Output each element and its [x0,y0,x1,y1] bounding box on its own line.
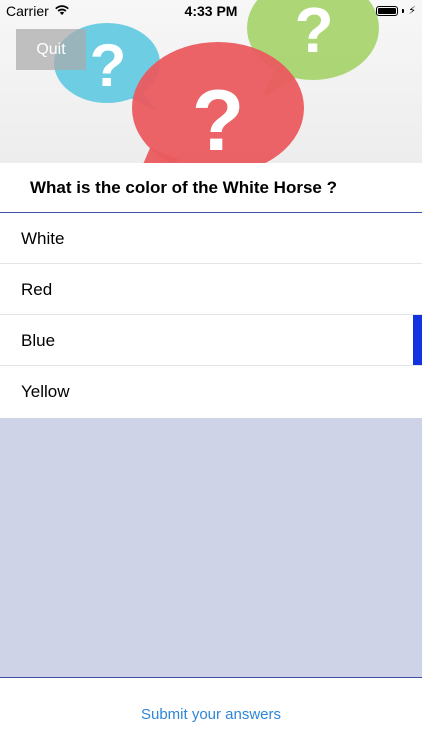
quit-button[interactable]: Quit [16,29,86,70]
footer-bar: Submit your answers [0,677,422,751]
selected-indicator [413,315,422,365]
status-bar: Carrier 4:33 PM ⚡ [0,0,422,22]
empty-content-area [0,418,422,677]
answer-option-label: Yellow [21,382,70,401]
svg-text:?: ? [90,32,127,99]
answer-option-label: Blue [21,331,56,350]
question-text: What is the color of the White Horse ? [30,178,337,197]
answer-option-white[interactable]: White [0,213,422,264]
status-time: 4:33 PM [184,3,238,19]
answer-option-blue[interactable]: Blue [0,315,422,366]
question-bubbles-illustration: ? ? ? [54,0,379,163]
answer-option-label: White [21,229,65,248]
battery-tip [402,8,405,13]
header-illustration: ? ? ? [0,0,422,163]
answer-option-label: Red [21,280,53,299]
answer-option-yellow[interactable]: Yellow [0,366,422,418]
question-header: What is the color of the White Horse ? [0,163,422,213]
submit-answers-button[interactable]: Submit your answers [0,706,422,723]
battery-icon [376,5,399,16]
svg-text:?: ? [192,73,245,163]
answer-options-list: White Red Blue Yellow [0,213,422,418]
status-right: ⚡ [376,4,416,17]
answer-option-red[interactable]: Red [0,264,422,315]
charging-bolt-icon: ⚡ [408,5,416,17]
